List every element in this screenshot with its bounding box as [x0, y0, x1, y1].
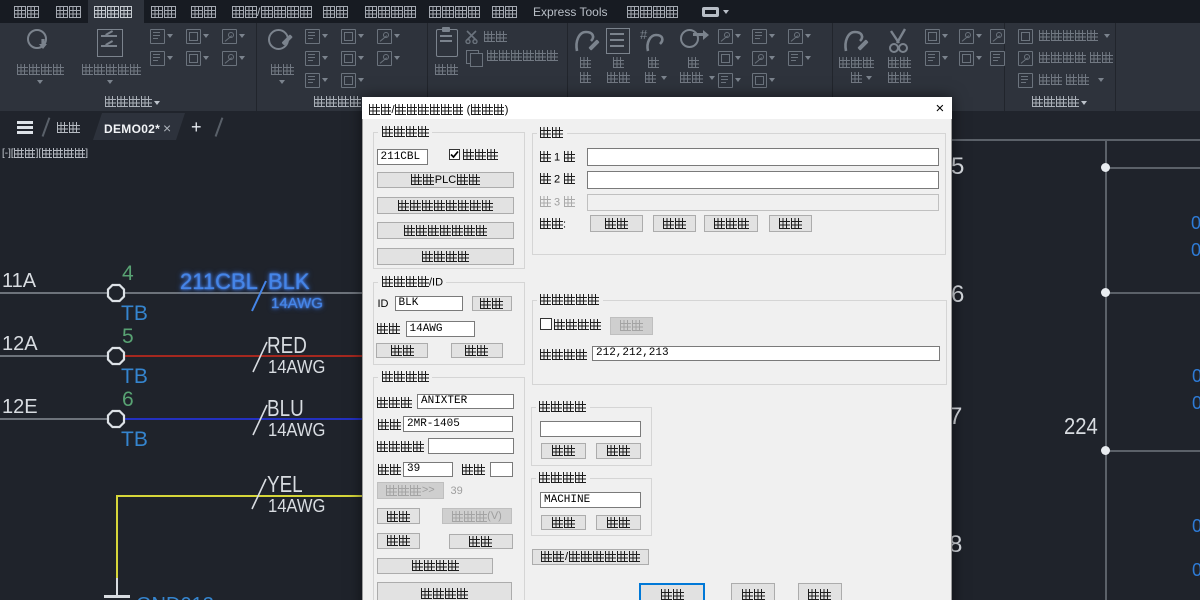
svg-text:#: # — [640, 27, 648, 42]
